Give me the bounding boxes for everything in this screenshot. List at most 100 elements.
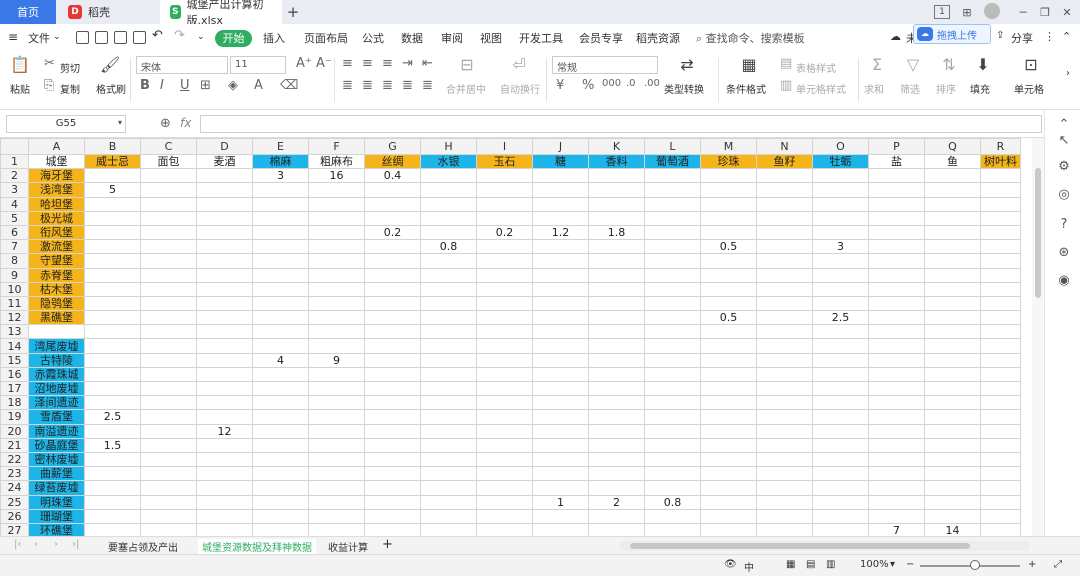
row-header[interactable]: 25 [0, 494, 29, 510]
fx-button[interactable]: fx [180, 116, 191, 130]
table-cell[interactable]: 3 [252, 168, 309, 184]
table-cell[interactable] [476, 508, 533, 524]
decrease-decimal-icon[interactable]: .00 [644, 78, 660, 89]
column-header-D[interactable]: D [196, 138, 253, 155]
table-cell[interactable] [308, 338, 365, 354]
ribbon-scroll-icon[interactable]: › [1066, 68, 1070, 79]
table-cell[interactable] [588, 324, 645, 340]
table-cell[interactable] [756, 437, 813, 453]
table-cell[interactable] [924, 253, 981, 269]
header-cell-M[interactable]: 珍珠 [700, 153, 757, 170]
table-cell[interactable] [140, 423, 197, 439]
cell-style-icon[interactable]: ▥ [780, 78, 792, 93]
table-style-button[interactable]: 表格样式 [796, 60, 836, 75]
table-cell[interactable] [924, 380, 981, 397]
percent-icon[interactable]: % [582, 78, 594, 93]
restore-icon[interactable]: ❐ [1036, 3, 1054, 21]
header-cell-Q[interactable]: 鱼 [924, 153, 981, 170]
grid-icon[interactable]: ⊞ [958, 3, 976, 21]
table-cell[interactable] [700, 494, 757, 510]
table-cell[interactable] [868, 409, 925, 425]
row-header[interactable]: 6 [0, 224, 29, 241]
table-cell[interactable] [980, 168, 1021, 184]
table-cell[interactable] [196, 366, 253, 383]
next-sheet-icon[interactable]: › [54, 539, 58, 550]
table-cell[interactable] [868, 338, 925, 354]
row-header[interactable]: 1 [0, 153, 29, 170]
table-cell[interactable] [140, 494, 197, 510]
table-cell[interactable] [980, 437, 1021, 453]
table-cell[interactable] [308, 196, 365, 212]
font-name-select[interactable]: 宋体 [136, 56, 228, 74]
table-cell[interactable] [196, 508, 253, 524]
normal-view-icon[interactable]: ▦ [786, 559, 795, 570]
table-cell[interactable] [420, 310, 477, 326]
table-cell[interactable] [252, 295, 309, 312]
table-cell[interactable] [252, 480, 309, 496]
menu-view[interactable]: 视图 [480, 30, 502, 46]
column-header-O[interactable]: O [812, 138, 869, 155]
font-color-icon[interactable]: A [254, 78, 263, 93]
table-cell[interactable] [812, 508, 869, 524]
horizontal-scrollbar[interactable] [620, 541, 1030, 551]
table-cell[interactable]: 0.8 [644, 494, 701, 510]
table-cell[interactable] [588, 295, 645, 312]
table-cell[interactable]: 0.4 [364, 168, 421, 184]
name-box[interactable]: G55 [6, 115, 126, 133]
table-cell[interactable] [476, 253, 533, 269]
header-cell-L[interactable]: 葡萄酒 [644, 153, 701, 170]
table-cell[interactable] [588, 380, 645, 397]
table-cell[interactable] [196, 522, 253, 536]
select-all-corner[interactable] [0, 138, 29, 155]
table-cell[interactable] [756, 338, 813, 354]
collapse-panel-icon[interactable]: ⌃ [1057, 118, 1071, 132]
table-cell[interactable] [756, 239, 813, 255]
table-cell[interactable] [196, 395, 253, 411]
sort-button[interactable]: 排序 [936, 81, 956, 96]
header-cell-C[interactable]: 面包 [140, 153, 197, 170]
chevron-down-icon[interactable]: ⌄ [53, 32, 61, 42]
column-header-A[interactable]: A [28, 138, 85, 155]
table-cell[interactable] [364, 210, 421, 226]
table-cell[interactable] [364, 352, 421, 368]
table-cell[interactable] [364, 253, 421, 269]
table-cell[interactable] [308, 395, 365, 411]
table-cell[interactable] [700, 352, 757, 368]
table-cell[interactable] [756, 324, 813, 340]
table-cell[interactable] [756, 466, 813, 482]
castle-name-cell[interactable]: 守望堡 [28, 253, 85, 269]
table-cell[interactable] [532, 480, 589, 496]
table-cell[interactable] [924, 267, 981, 283]
table-cell[interactable] [924, 494, 981, 510]
header-cell-G[interactable]: 丝绸 [364, 153, 421, 170]
table-cell[interactable] [308, 366, 365, 383]
castle-name-cell[interactable]: 哈坦堡 [28, 196, 85, 212]
table-cell[interactable] [84, 196, 141, 212]
table-cell[interactable] [700, 281, 757, 297]
align-center-icon[interactable]: ≣ [362, 78, 373, 93]
table-cell[interactable] [756, 210, 813, 226]
avatar[interactable] [984, 3, 1000, 19]
last-sheet-icon[interactable]: ›| [72, 539, 79, 550]
table-cell[interactable] [812, 352, 869, 368]
table-cell[interactable]: 0.8 [420, 239, 477, 255]
table-cell[interactable] [812, 366, 869, 383]
share-icon[interactable]: ⇪ [996, 30, 1004, 41]
table-cell[interactable] [140, 281, 197, 297]
table-cell[interactable] [644, 423, 701, 439]
table-cell[interactable] [252, 366, 309, 383]
table-cell[interactable] [644, 310, 701, 326]
table-cell[interactable] [868, 310, 925, 326]
merge-center-button[interactable]: 合并居中 [446, 81, 486, 96]
table-cell[interactable] [532, 352, 589, 368]
table-cell[interactable] [532, 196, 589, 212]
table-cell[interactable] [868, 239, 925, 255]
table-cell[interactable]: 2.5 [84, 409, 141, 425]
table-cell[interactable]: 1 [532, 494, 589, 510]
table-cell[interactable] [588, 437, 645, 453]
table-cell[interactable] [196, 380, 253, 397]
table-cell[interactable] [308, 409, 365, 425]
table-cell[interactable] [924, 210, 981, 226]
table-cell[interactable] [364, 310, 421, 326]
table-cell[interactable] [700, 395, 757, 411]
